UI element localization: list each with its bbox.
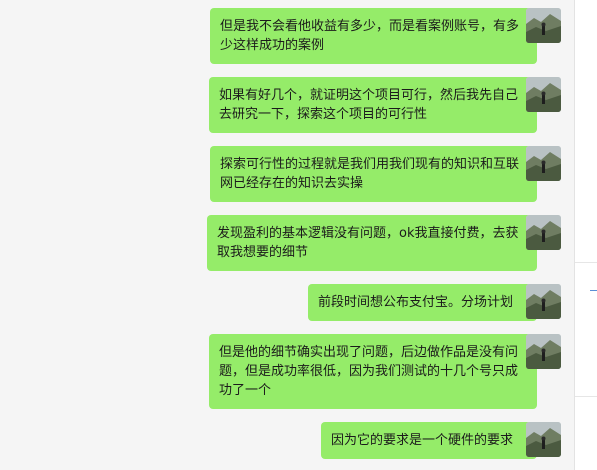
user-avatar[interactable]: [526, 77, 561, 112]
avatar-image: [526, 146, 561, 181]
avatar-image: [526, 8, 561, 43]
avatar-image: [526, 284, 561, 319]
side-panel-divider: [575, 262, 597, 263]
message-row: 如果有好几个，就证明这个项目可行，然后我先自己去研究一下，探索这个项目的可行性: [209, 77, 543, 133]
message-row: 探索可行性的过程就是我们用我们现有的知识和互联网已经存在的知识去实操: [210, 146, 543, 202]
message-text: 如果有好几个，就证明这个项目可行，然后我先自己去研究一下，探索这个项目的可行性: [219, 88, 519, 122]
chat-message-list[interactable]: 但是我不会看他收益有多少，而是看案例账号，有多少这样成功的案例 如果有好几个，就…: [0, 0, 574, 470]
user-avatar[interactable]: [526, 284, 561, 319]
message-bubble[interactable]: 但是他的细节确实出现了问题，后边做作品是没有问题，但是成功率很低，因为我们测试的…: [209, 334, 543, 409]
avatar-image: [526, 422, 561, 457]
message-row: 因为它的要求是一个硬件的要求: [321, 422, 543, 459]
user-avatar[interactable]: [526, 422, 561, 457]
message-text: 但是他的细节确实出现了问题，后边做作品是没有问题，但是成功率很低，因为我们测试的…: [219, 345, 519, 398]
message-row: 但是我不会看他收益有多少，而是看案例账号，有多少这样成功的案例: [210, 8, 543, 64]
user-avatar[interactable]: [526, 334, 561, 369]
avatar-image: [526, 77, 561, 112]
message-row: 但是他的细节确实出现了问题，后边做作品是没有问题，但是成功率很低，因为我们测试的…: [209, 334, 543, 409]
message-bubble[interactable]: 如果有好几个，就证明这个项目可行，然后我先自己去研究一下，探索这个项目的可行性: [209, 77, 543, 133]
message-bubble[interactable]: 前段时间想公布支付宝。分场计划: [308, 284, 543, 321]
message-text: 前段时间想公布支付宝。分场计划: [318, 295, 514, 310]
side-panel-link-fragment[interactable]: [590, 281, 597, 291]
message-bubble[interactable]: 但是我不会看他收益有多少，而是看案例账号，有多少这样成功的案例: [210, 8, 543, 64]
side-panel-divider: [575, 396, 597, 397]
message-text: 因为它的要求是一个硬件的要求: [331, 433, 514, 448]
message-bubble[interactable]: 发现盈利的基本逻辑没有问题，ok我直接付费，去获取我想要的细节: [207, 215, 543, 271]
message-text: 发现盈利的基本逻辑没有问题，ok我直接付费，去获取我想要的细节: [217, 226, 519, 260]
side-panel: [574, 0, 597, 470]
message-row: 前段时间想公布支付宝。分场计划: [308, 284, 543, 321]
message-row: 发现盈利的基本逻辑没有问题，ok我直接付费，去获取我想要的细节: [207, 215, 543, 271]
avatar-image: [526, 334, 561, 369]
message-text: 探索可行性的过程就是我们用我们现有的知识和互联网已经存在的知识去实操: [220, 157, 520, 191]
user-avatar[interactable]: [526, 8, 561, 43]
message-text: 但是我不会看他收益有多少，而是看案例账号，有多少这样成功的案例: [220, 19, 520, 53]
avatar-image: [526, 215, 561, 250]
message-bubble[interactable]: 因为它的要求是一个硬件的要求: [321, 422, 543, 459]
user-avatar[interactable]: [526, 215, 561, 250]
message-bubble[interactable]: 探索可行性的过程就是我们用我们现有的知识和互联网已经存在的知识去实操: [210, 146, 543, 202]
user-avatar[interactable]: [526, 146, 561, 181]
